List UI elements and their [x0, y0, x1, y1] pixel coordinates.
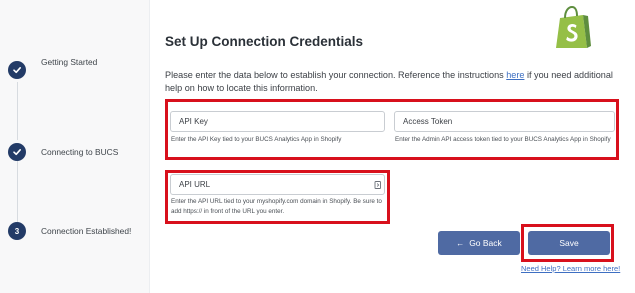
save-label: Save [559, 238, 579, 248]
api-key-placeholder: API Key [179, 117, 208, 126]
arrow-left-icon: ← [456, 238, 465, 248]
step-connector [17, 160, 18, 222]
access-token-help-text: Enter the Admin API access token tied to… [395, 136, 611, 143]
access-token-placeholder: Access Token [403, 117, 453, 126]
instructions-link[interactable]: here [506, 70, 524, 80]
need-help-link[interactable]: Need Help? Learn more here! [521, 264, 620, 273]
paste-icon[interactable] [374, 180, 382, 190]
step-connecting-to-bucs: Connecting to BUCS [8, 143, 118, 161]
progress-stepper: Getting Started Connecting to BUCS 3 Con… [0, 0, 150, 293]
step-label: Getting Started [41, 57, 98, 67]
step-connection-established: 3 Connection Established! [8, 222, 131, 240]
go-back-label: Go Back [469, 238, 502, 248]
api-url-placeholder: API URL [179, 180, 211, 189]
go-back-button[interactable]: ← Go Back [438, 231, 520, 255]
api-url-input[interactable]: API URL [170, 174, 385, 195]
api-key-help-text: Enter the API Key tied to your BUCS Anal… [171, 136, 342, 143]
checkmark-icon [8, 61, 26, 79]
access-token-input[interactable]: Access Token [394, 111, 615, 132]
step-connector [17, 82, 18, 140]
api-key-input[interactable]: API Key [170, 111, 385, 132]
checkmark-icon [8, 143, 26, 161]
shopify-logo-icon [556, 6, 591, 48]
step-label: Connection Established! [41, 226, 132, 236]
api-url-help-text: Enter the API URL tied to your myshopify… [171, 198, 382, 215]
instructions-text: Please enter the data below to establish… [165, 70, 613, 93]
save-button[interactable]: Save [528, 231, 610, 255]
step-getting-started: Getting Started [8, 57, 97, 79]
step-label: Connecting to BUCS [41, 147, 119, 157]
page-title: Set Up Connection Credentials [165, 34, 364, 49]
step-number: 3 [8, 222, 26, 240]
